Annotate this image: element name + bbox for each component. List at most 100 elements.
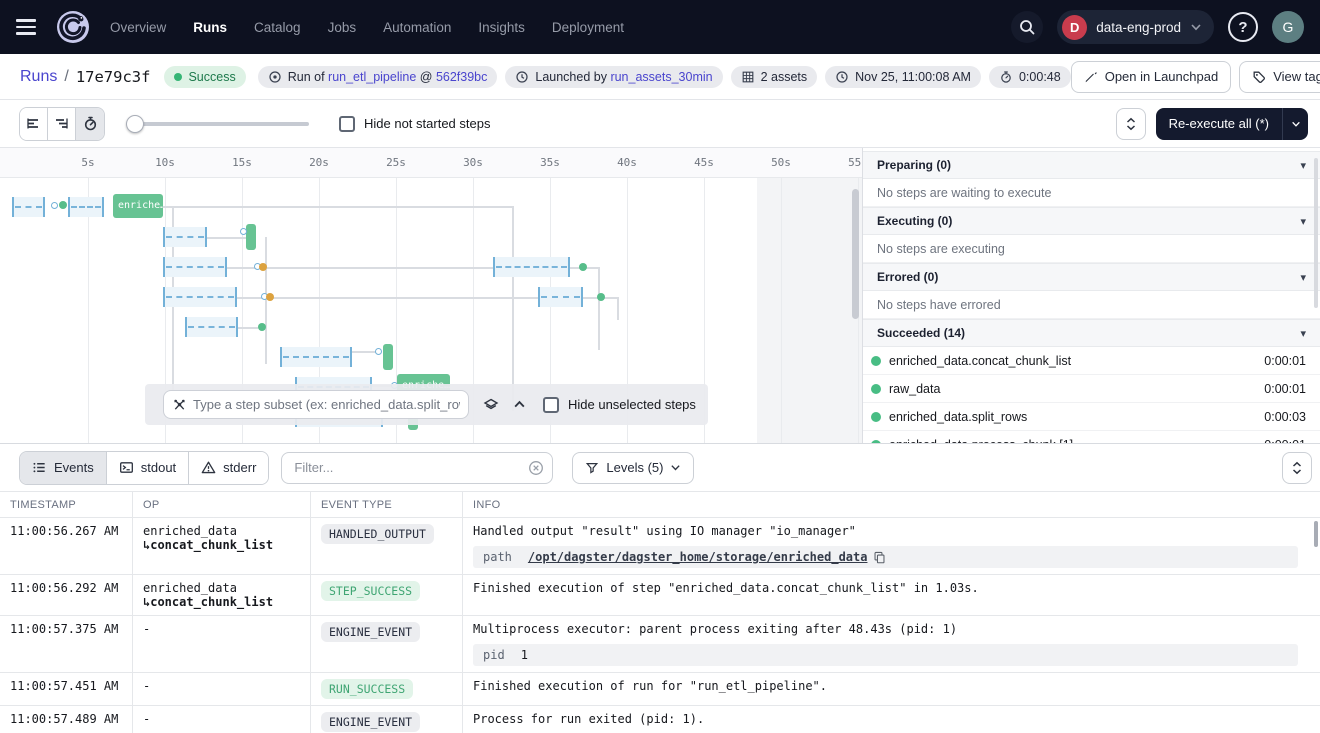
section-empty-message: No steps have errored: [863, 291, 1320, 319]
event-log-scrollbar[interactable]: [1314, 521, 1318, 547]
step-row[interactable]: enriched_data.concat_chunk_list0:00:01: [863, 347, 1320, 375]
step-subset-overlay: Hide unselected steps: [145, 384, 708, 425]
gantt-step-waiting-bar[interactable]: [163, 227, 207, 247]
gantt-retry-dot[interactable]: [259, 263, 267, 271]
nav-items: Overview Runs Catalog Jobs Automation Insight…: [110, 20, 624, 35]
tab-events[interactable]: Events: [20, 452, 107, 484]
axis-tick-50s: 50s: [764, 148, 798, 178]
copy-icon[interactable]: [873, 551, 886, 564]
dagster-logo-icon[interactable]: [56, 10, 90, 44]
event-type-cell: RUN_SUCCESS: [311, 673, 463, 705]
section-header-errored-0-[interactable]: Errored (0)▾: [863, 263, 1320, 291]
levels-filter-button[interactable]: Levels (5): [572, 452, 694, 484]
gantt-pending-dot: [375, 348, 382, 355]
filter-input[interactable]: [281, 452, 553, 484]
gantt-step-success-bar[interactable]: [383, 344, 393, 370]
workspace-switcher[interactable]: D data-eng-prod: [1057, 10, 1214, 44]
open-in-launchpad-button[interactable]: Open in Launchpad: [1071, 61, 1231, 93]
waterfall-flat-icon[interactable]: [20, 108, 48, 140]
event-log-rows: 11:00:56.267 AMenriched_data↳concat_chun…: [0, 518, 1320, 733]
section-header-executing-0-[interactable]: Executing (0)▾: [863, 207, 1320, 235]
gantt-step-waiting-bar[interactable]: [538, 287, 583, 307]
nav-item-insights[interactable]: Insights: [478, 20, 525, 35]
nav-item-overview[interactable]: Overview: [110, 20, 166, 35]
run-tag-2[interactable]: 2 assets: [731, 66, 818, 88]
help-icon[interactable]: ?: [1228, 12, 1258, 42]
metadata-path-link[interactable]: /opt/dagster/dagster_home/storage/enrich…: [528, 550, 868, 564]
nav-item-automation[interactable]: Automation: [383, 20, 451, 35]
step-subset-input[interactable]: [193, 397, 460, 412]
step-row[interactable]: enriched_data.process_chunk [1]0:00:01: [863, 431, 1320, 443]
step-success-dot-icon: [871, 440, 881, 444]
gantt-scrollbar[interactable]: [852, 189, 859, 319]
gantt-connector: [163, 206, 512, 208]
nav-item-catalog[interactable]: Catalog: [254, 20, 301, 35]
gantt-step-success-bar[interactable]: enriche…: [113, 194, 163, 218]
collapse-chevron-icon[interactable]: [513, 398, 526, 411]
gantt-connector: [512, 206, 514, 411]
run-tag-3[interactable]: Nov 25, 11:00:08 AM: [825, 66, 981, 88]
event-row[interactable]: 11:00:57.375 AM-ENGINE_EVENTMultiprocess…: [0, 616, 1320, 673]
waterfall-icon[interactable]: [48, 108, 76, 140]
gantt-step-waiting-bar[interactable]: [12, 197, 45, 217]
nav-item-deployment[interactable]: Deployment: [552, 20, 624, 35]
slider-knob[interactable]: [126, 115, 144, 133]
caret-down-icon: ▾: [1300, 327, 1306, 340]
hide-unselected-checkbox[interactable]: [543, 397, 559, 413]
event-op: enriched_data↳concat_chunk_list: [133, 575, 311, 615]
axis-tick-30s: 30s: [456, 148, 490, 178]
timed-mode-icon[interactable]: [76, 108, 104, 140]
gantt-step-waiting-bar[interactable]: [280, 347, 352, 367]
events-panel-resize-button[interactable]: [1282, 452, 1312, 484]
section-header-preparing-0-[interactable]: Preparing (0)▾: [863, 151, 1320, 179]
hamburger-menu-icon[interactable]: [16, 14, 42, 40]
gantt-success-dot[interactable]: [258, 323, 266, 331]
gantt-step-success-bar[interactable]: [246, 224, 256, 250]
gantt-success-dot[interactable]: [597, 293, 605, 301]
gantt-zoom-slider[interactable]: [126, 115, 309, 133]
axis-tick-5s: 5s: [71, 148, 105, 178]
gantt-step-waiting-bar[interactable]: [163, 257, 227, 277]
run-tag-0[interactable]: Run of run_etl_pipeline @ 562f39bc: [258, 66, 498, 88]
run-header: Runs / 17e79c3f Success Run of run_etl_p…: [0, 54, 1320, 100]
axis-tick-40s: 40s: [610, 148, 644, 178]
clear-filter-icon[interactable]: [528, 460, 544, 476]
reexecute-all-button[interactable]: Re-execute all (*): [1156, 108, 1308, 140]
gantt-success-dot[interactable]: [579, 263, 587, 271]
steps-panel-scrollbar[interactable]: [1314, 158, 1318, 308]
gantt-step-waiting-bar[interactable]: [68, 197, 104, 217]
layers-icon[interactable]: [483, 397, 499, 413]
status-badge: Success: [164, 66, 245, 88]
nav-item-runs[interactable]: Runs: [193, 20, 227, 35]
reexecute-dropdown-caret[interactable]: [1282, 108, 1308, 140]
tab-stderr[interactable]: stderr: [189, 452, 268, 484]
event-row[interactable]: 11:00:57.489 AM-ENGINE_EVENTProcess for …: [0, 706, 1320, 733]
breadcrumb-runs-link[interactable]: Runs: [20, 68, 57, 86]
run-tag-1[interactable]: Launched by run_assets_30min: [505, 66, 722, 88]
step-row[interactable]: enriched_data.split_rows0:00:03: [863, 403, 1320, 431]
event-op: -: [133, 616, 311, 672]
up-down-chevrons-icon: [1125, 117, 1137, 131]
gantt-step-waiting-bar[interactable]: [493, 257, 570, 277]
gantt-retry-dot[interactable]: [266, 293, 274, 301]
hide-not-started-checkbox[interactable]: [339, 116, 355, 132]
user-avatar[interactable]: G: [1272, 11, 1304, 43]
gantt-toolbar: Hide not started steps Re-execute all (*…: [0, 100, 1320, 147]
event-row[interactable]: 11:00:56.292 AMenriched_data↳concat_chun…: [0, 575, 1320, 616]
step-row[interactable]: raw_data0:00:01: [863, 375, 1320, 403]
event-row[interactable]: 11:00:57.451 AM-RUN_SUCCESSFinished exec…: [0, 673, 1320, 706]
nav-item-jobs[interactable]: Jobs: [328, 20, 357, 35]
gantt-step-waiting-bar[interactable]: [185, 317, 238, 337]
panel-resize-button[interactable]: [1116, 108, 1146, 140]
gantt-step-waiting-bar[interactable]: [163, 287, 237, 307]
view-tags-config-button[interactable]: View tags and config: [1239, 61, 1320, 93]
gantt-success-dot[interactable]: [59, 201, 67, 209]
column-header-op: OP: [133, 492, 311, 517]
gantt-connector: [238, 327, 258, 329]
run-tag-4[interactable]: 0:00:48: [989, 66, 1071, 88]
event-row[interactable]: 11:00:56.267 AMenriched_data↳concat_chun…: [0, 518, 1320, 575]
axis-tick-45s: 45s: [687, 148, 721, 178]
tab-stdout[interactable]: stdout: [107, 452, 189, 484]
section-header-succeeded-14-[interactable]: Succeeded (14)▾: [863, 319, 1320, 347]
search-icon[interactable]: [1011, 11, 1043, 43]
